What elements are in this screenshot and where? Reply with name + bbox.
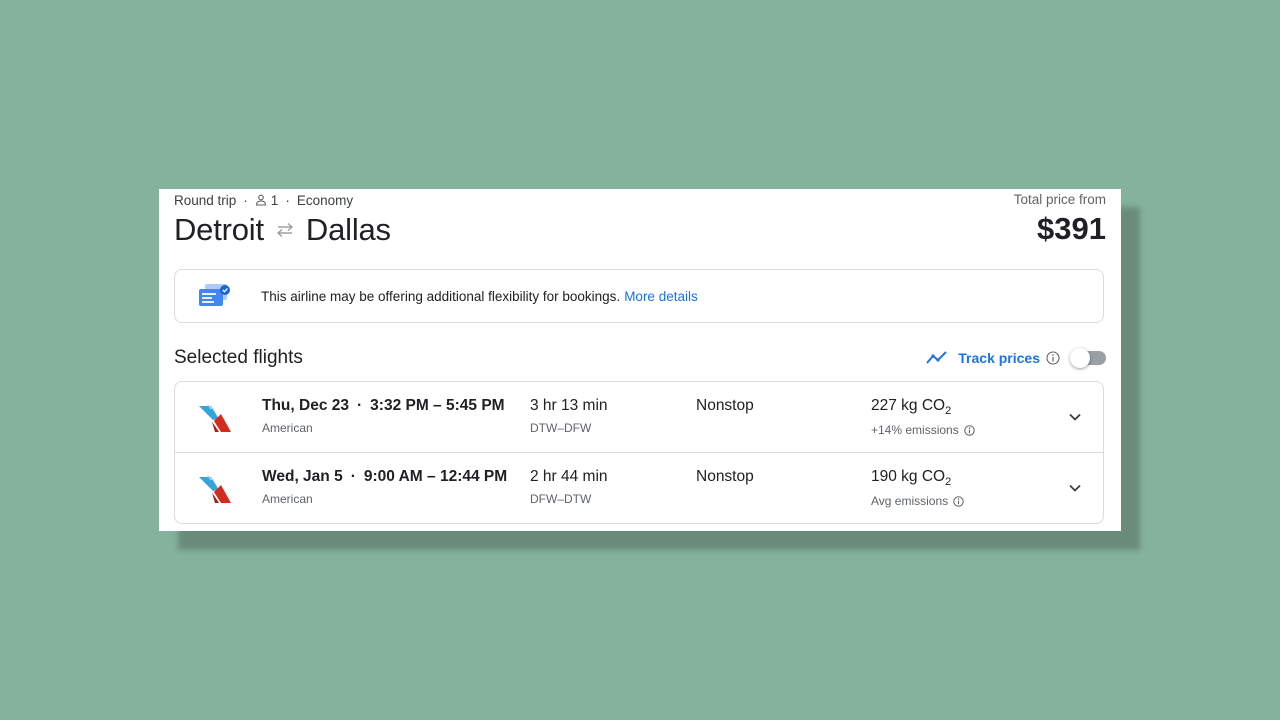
flight-duration: 2 hr 44 min bbox=[530, 468, 608, 485]
more-details-link[interactable]: More details bbox=[624, 289, 698, 304]
flight-stops-block: Nonstop bbox=[696, 468, 754, 486]
flight-duration-block: 3 hr 13 min DTW–DFW bbox=[530, 397, 608, 435]
price-label: Total price from bbox=[1013, 192, 1106, 207]
separator-dot: · bbox=[243, 192, 248, 208]
price-summary: Total price from $391 bbox=[1014, 192, 1106, 247]
emissions-block: 190 kg CO2 Avg emissions bbox=[871, 468, 964, 508]
selected-flights-list: Thu, Dec 23 · 3:32 PM – 5:45 PM American… bbox=[174, 381, 1104, 524]
co2-value: 190 kg CO bbox=[871, 468, 946, 485]
separator-dot: · bbox=[285, 192, 290, 208]
airline-name: American bbox=[262, 492, 313, 506]
co2-subscript: 2 bbox=[945, 476, 952, 489]
airline-name: American bbox=[262, 421, 313, 435]
flight-stops-block: Nonstop bbox=[696, 397, 754, 415]
co2-amount: 227 kg CO2 bbox=[871, 397, 975, 417]
flight-date: Wed, Jan 5 bbox=[262, 468, 343, 485]
track-prices-toggle[interactable] bbox=[1070, 348, 1106, 368]
flight-date-time: Thu, Dec 23 · 3:32 PM – 5:45 PM bbox=[262, 397, 505, 415]
emissions-note-text: Avg emissions bbox=[871, 494, 949, 509]
banner-text: This airline may be offering additional … bbox=[261, 288, 621, 304]
cabin-class: Economy bbox=[296, 192, 354, 208]
info-icon[interactable] bbox=[963, 424, 975, 436]
total-price: $391 bbox=[1037, 211, 1106, 246]
destination-city: Dallas bbox=[305, 212, 391, 247]
flight-stops: Nonstop bbox=[696, 468, 754, 485]
separator-dot: · bbox=[350, 468, 356, 485]
swap-arrows-icon bbox=[276, 222, 293, 238]
separator-dot: · bbox=[357, 397, 363, 414]
co2-subscript: 2 bbox=[945, 405, 952, 418]
flight-date: Thu, Dec 23 bbox=[262, 397, 349, 414]
emissions-note-text: +14% emissions bbox=[871, 423, 959, 438]
flight-duration-block: 2 hr 44 min DFW–DTW bbox=[530, 468, 608, 506]
track-prices-control: Track prices bbox=[926, 347, 1106, 369]
chevron-down-icon[interactable] bbox=[1067, 480, 1083, 496]
info-icon[interactable] bbox=[1046, 351, 1060, 365]
info-icon[interactable] bbox=[953, 495, 964, 507]
trip-header: Round trip · 1 · Economy Detroit Dallas bbox=[174, 192, 391, 248]
toggle-knob bbox=[1070, 348, 1090, 368]
track-prices-label[interactable]: Track prices bbox=[958, 350, 1040, 366]
co2-value: 227 kg CO bbox=[871, 397, 946, 414]
route-title: Detroit Dallas bbox=[174, 212, 391, 248]
flight-stops: Nonstop bbox=[696, 397, 754, 414]
flight-duration: 3 hr 13 min bbox=[530, 397, 608, 414]
chevron-down-icon[interactable] bbox=[1067, 409, 1083, 425]
flight-schedule: Wed, Jan 5 · 9:00 AM – 12:44 PM American bbox=[262, 468, 507, 506]
flexibility-banner: This airline may be offering additional … bbox=[174, 269, 1104, 323]
ticket-flex-icon bbox=[199, 284, 230, 306]
flight-schedule: Thu, Dec 23 · 3:32 PM – 5:45 PM American bbox=[262, 397, 505, 435]
flight-row[interactable]: Thu, Dec 23 · 3:32 PM – 5:45 PM American… bbox=[175, 382, 1103, 453]
emissions-note: Avg emissions bbox=[871, 494, 964, 508]
trip-type: Round trip bbox=[174, 192, 237, 208]
person-icon bbox=[255, 194, 266, 206]
flight-times: 9:00 AM – 12:44 PM bbox=[363, 468, 508, 485]
american-airlines-logo bbox=[199, 404, 231, 432]
trip-meta: Round trip · 1 · Economy bbox=[174, 192, 391, 208]
flight-route: DTW–DFW bbox=[530, 421, 592, 435]
flight-date-time: Wed, Jan 5 · 9:00 AM – 12:44 PM bbox=[262, 468, 507, 486]
section-title: Selected flights bbox=[174, 347, 303, 368]
flight-row[interactable]: Wed, Jan 5 · 9:00 AM – 12:44 PM American… bbox=[175, 453, 1103, 523]
trend-line-icon bbox=[926, 351, 947, 364]
passenger-count: 1 bbox=[270, 192, 279, 208]
origin-city: Detroit bbox=[174, 212, 264, 247]
emissions-block: 227 kg CO2 +14% emissions bbox=[871, 397, 975, 437]
flight-route: DFW–DTW bbox=[530, 492, 592, 506]
emissions-note: +14% emissions bbox=[871, 423, 975, 437]
flight-summary-card: Round trip · 1 · Economy Detroit Dallas … bbox=[159, 189, 1121, 531]
flight-times: 3:32 PM – 5:45 PM bbox=[370, 397, 505, 414]
co2-amount: 190 kg CO2 bbox=[871, 468, 964, 488]
american-airlines-logo bbox=[199, 475, 231, 503]
